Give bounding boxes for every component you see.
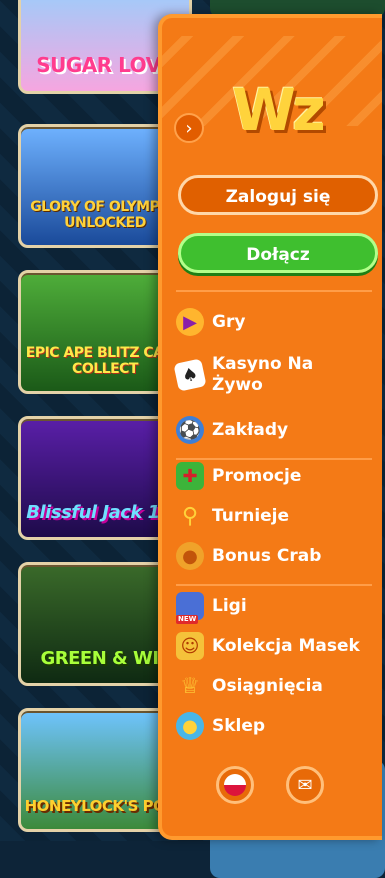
brand-logo[interactable]: Wz [232,76,326,144]
language-button[interactable] [216,766,254,804]
divider [176,458,372,460]
join-button[interactable]: Dołącz [178,233,378,273]
gift-icon: ✚ [176,462,204,490]
menu-item-label: Sklep [212,716,266,736]
divider [176,584,372,586]
side-menu: Wz › Zaloguj się Dołącz ▶ Gry ♠ Kasyno N… [158,14,382,840]
menu-item-gry[interactable]: ▶ Gry [176,308,376,336]
menu-item-label: Promocje [212,466,302,486]
menu-item-label: Ligi [212,596,247,616]
menu-item-ligi[interactable]: NEW Ligi [176,592,376,624]
menu-item-turnieje[interactable]: ⚲ Turnieje [176,502,376,530]
menu-item-label: Gry [212,312,246,332]
menu-item-label: Osiągnięcia [212,676,323,696]
divider [176,290,372,292]
chat-icon: ✉ [297,774,313,796]
cards-icon: ♠ [173,358,207,392]
ball-icon: ⚽ [176,416,204,444]
menu-item-zaklady[interactable]: ⚽ Zakłady [176,416,376,444]
mask-icon: ☺ [176,632,204,660]
menu-item-sklep[interactable]: ● Sklep [176,712,376,740]
crown-icon: ♕ [180,673,200,699]
menu-item-label: Zakłady [212,420,289,440]
league-icon: NEW [176,592,204,624]
crab-icon: ● [176,542,204,570]
menu-item-promocje[interactable]: ✚ Promocje [176,462,376,490]
menu-item-label: Turnieje [212,506,290,526]
play-icon: ▶ [176,308,204,336]
login-button[interactable]: Zaloguj się [178,175,378,215]
menu-item-label: Kolekcja Masek [212,636,360,656]
menu-item-osiagniecia[interactable]: ♕ Osiągnięcia [176,672,376,700]
shop-icon: ● [176,712,204,740]
menu-item-bonus-crab[interactable]: ● Bonus Crab [176,542,376,570]
flag-pl-icon [224,774,246,796]
menu-item-kasyno[interactable]: ♠ Kasyno Na Żywo [173,354,366,396]
new-badge: NEW [176,615,199,624]
chat-button[interactable]: ✉ [286,766,324,804]
menu-item-label: Bonus Crab [212,546,322,566]
menu-item-kolekcja-masek[interactable]: ☺ Kolekcja Masek [176,632,376,660]
chevron-right-icon[interactable]: › [174,113,204,143]
trophy-icon: ⚲ [181,503,199,529]
menu-item-label: Kasyno Na Żywo [212,354,314,395]
